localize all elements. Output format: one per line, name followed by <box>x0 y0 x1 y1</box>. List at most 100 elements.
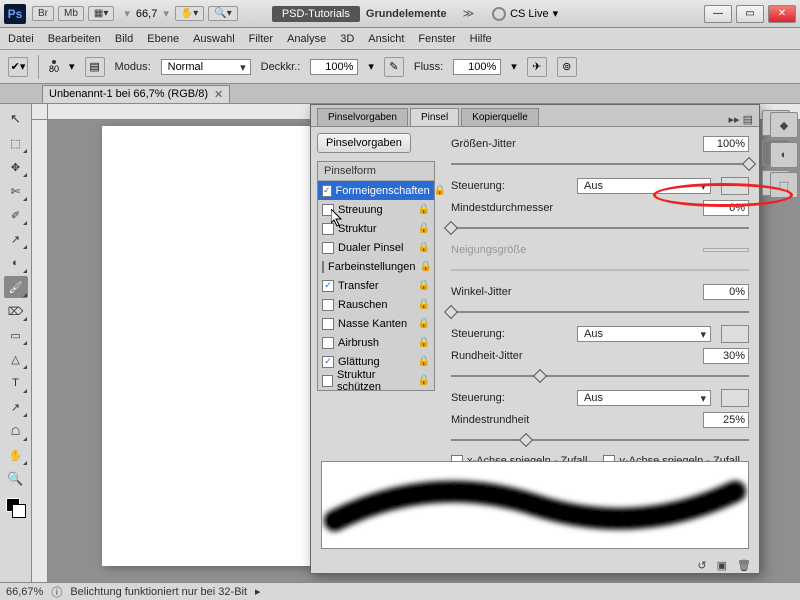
checkbox-icon[interactable] <box>322 299 334 311</box>
new-preset-icon[interactable]: ▣ <box>717 559 727 572</box>
lock-icon[interactable]: 🔒 <box>418 375 430 386</box>
hand-button[interactable]: ✋▾ <box>175 6 204 21</box>
menu-auswahl[interactable]: Auswahl <box>193 33 235 45</box>
brush-setting-transfer[interactable]: ✓Transfer🔒 <box>318 276 434 295</box>
lock-icon[interactable]: 🔒 <box>418 337 430 348</box>
tab-kopierquelle[interactable]: Kopierquelle <box>461 108 539 126</box>
type-tool[interactable]: T <box>4 372 28 394</box>
min-diameter-slider[interactable] <box>451 221 749 235</box>
lock-icon[interactable]: 🔒 <box>418 356 430 367</box>
healing-tool[interactable]: ↗ <box>4 228 28 250</box>
size-pressure-icon[interactable]: ⊚ <box>557 57 577 77</box>
dock-color-icon[interactable]: ◆ <box>770 112 798 138</box>
airbrush-icon[interactable]: ✈ <box>527 57 547 77</box>
move-tool[interactable]: ↖ <box>4 108 28 130</box>
color-swatches[interactable] <box>6 498 26 518</box>
checkbox-icon[interactable]: ✓ <box>322 356 334 368</box>
menu-ansicht[interactable]: Ansicht <box>368 33 404 45</box>
menu-fenster[interactable]: Fenster <box>418 33 455 45</box>
close-button[interactable]: ✕ <box>768 5 796 23</box>
brush-setting-nasse-kanten[interactable]: Nasse Kanten🔒 <box>318 314 434 333</box>
brush-setting-rauschen[interactable]: Rauschen🔒 <box>318 295 434 314</box>
panel-menu-icon[interactable]: ▸▸ ▤ <box>729 113 754 126</box>
toggle-preview-icon[interactable]: ↺ <box>697 559 706 572</box>
minibridge-button[interactable]: Mb <box>58 6 84 21</box>
menu-bild[interactable]: Bild <box>115 33 133 45</box>
min-roundness-slider[interactable] <box>451 433 749 447</box>
ruler-origin[interactable] <box>32 104 48 120</box>
dock-styles-icon[interactable]: ◐ <box>770 142 798 168</box>
blur-tool[interactable]: △ <box>4 348 28 370</box>
min-diameter-value[interactable]: 0% <box>703 200 749 216</box>
flow-field[interactable]: 100% <box>453 59 501 75</box>
maximize-button[interactable]: ▭ <box>736 5 764 23</box>
control1-combo[interactable]: Aus <box>577 178 711 194</box>
close-tab-icon[interactable]: ✕ <box>214 88 223 101</box>
lock-icon[interactable]: 🔒 <box>418 318 430 329</box>
zoom-button[interactable]: 🔍▾ <box>208 6 237 21</box>
lock-icon[interactable]: 🔒 <box>418 280 430 291</box>
chevron-right-icon[interactable]: ≫ <box>463 7 475 20</box>
lock-icon[interactable]: 🔒 <box>418 242 430 253</box>
brush-setting-airbrush[interactable]: Airbrush🔒 <box>318 333 434 352</box>
workspace-name[interactable]: Grundelemente <box>366 8 447 20</box>
marquee-tool[interactable]: ⬚ <box>4 132 28 154</box>
menu-analyse[interactable]: Analyse <box>287 33 326 45</box>
dock-adjust-icon[interactable]: ⬚ <box>770 172 798 198</box>
brush-panel-toggle[interactable]: ▤ <box>85 57 105 77</box>
brush-preset-picker[interactable]: 80 <box>49 60 59 74</box>
menu-hilfe[interactable]: Hilfe <box>470 33 492 45</box>
status-info-icon[interactable]: ⓘ <box>51 584 62 600</box>
pen-tool[interactable]: ↗ <box>4 396 28 418</box>
menu-bearbeiten[interactable]: Bearbeiten <box>48 33 101 45</box>
menu-filter[interactable]: Filter <box>249 33 273 45</box>
brush-tool[interactable]: 🖌 <box>4 276 28 298</box>
viewmode-button[interactable]: ▦▾ <box>88 6 114 21</box>
lock-icon[interactable]: 🔒 <box>434 185 446 196</box>
roundness-jitter-slider[interactable] <box>451 369 749 383</box>
trash-icon[interactable]: 🗑 <box>737 559 751 572</box>
workspace-pill[interactable]: PSD-Tutorials <box>272 6 360 22</box>
mode-combo[interactable]: Normal <box>161 59 251 75</box>
opacity-field[interactable]: 100% <box>310 59 358 75</box>
ruler-vertical[interactable] <box>32 120 48 582</box>
checkbox-icon[interactable]: ✓ <box>322 185 332 197</box>
lock-icon[interactable]: 🔒 <box>418 299 430 310</box>
status-zoom[interactable]: 66,67% <box>6 586 43 598</box>
checkbox-icon[interactable] <box>322 261 324 273</box>
size-jitter-slider[interactable] <box>451 157 749 171</box>
brush-setting-dualer-pinsel[interactable]: Dualer Pinsel🔒 <box>318 238 434 257</box>
tab-pinsel[interactable]: Pinsel <box>410 108 459 126</box>
document-canvas[interactable] <box>102 126 322 566</box>
brush-setting-formeigenschaften[interactable]: ✓Formeigenschaften🔒 <box>318 181 434 200</box>
document-tab[interactable]: Unbenannt-1 bei 66,7% (RGB/8)✕ <box>42 85 230 103</box>
eyedropper-tool[interactable]: ✐ <box>4 204 28 226</box>
tool-preset-picker[interactable]: ✔▾ <box>8 57 28 77</box>
hand-tool[interactable]: ✋ <box>4 444 28 466</box>
clone-tool[interactable]: ◐ <box>4 252 28 274</box>
roundness-jitter-value[interactable]: 30% <box>703 348 749 364</box>
lock-icon[interactable]: 🔒 <box>418 223 430 234</box>
brush-presets-button[interactable]: Pinselvorgaben <box>317 133 411 153</box>
menu-3d[interactable]: 3D <box>340 33 354 45</box>
min-roundness-value[interactable]: 25% <box>703 412 749 428</box>
checkbox-icon[interactable] <box>322 242 334 254</box>
minimize-button[interactable]: — <box>704 5 732 23</box>
tab-pinselvorgaben[interactable]: Pinselvorgaben <box>317 108 408 126</box>
shape-tool[interactable]: ☖ <box>4 420 28 442</box>
size-jitter-value[interactable]: 100% <box>703 136 749 152</box>
checkbox-icon[interactable] <box>322 375 333 387</box>
menu-ebene[interactable]: Ebene <box>147 33 179 45</box>
checkbox-icon[interactable] <box>322 318 334 330</box>
opacity-pressure-icon[interactable]: ✎ <box>384 57 404 77</box>
checkbox-icon[interactable]: ✓ <box>322 280 334 292</box>
lasso-tool[interactable]: ✥ <box>4 156 28 178</box>
brushtip-shape-header[interactable]: Pinselform <box>318 162 434 181</box>
cslive-button[interactable]: CS Live▾ <box>492 7 558 21</box>
angle-jitter-slider[interactable] <box>451 305 749 319</box>
lock-icon[interactable]: 🔒 <box>418 204 430 215</box>
bridge-button[interactable]: Br <box>32 6 54 21</box>
control3-combo[interactable]: Aus <box>577 390 711 406</box>
zoom-tool[interactable]: 🔍 <box>4 468 28 490</box>
brush-setting-farbeinstellungen[interactable]: Farbeinstellungen🔒 <box>318 257 434 276</box>
